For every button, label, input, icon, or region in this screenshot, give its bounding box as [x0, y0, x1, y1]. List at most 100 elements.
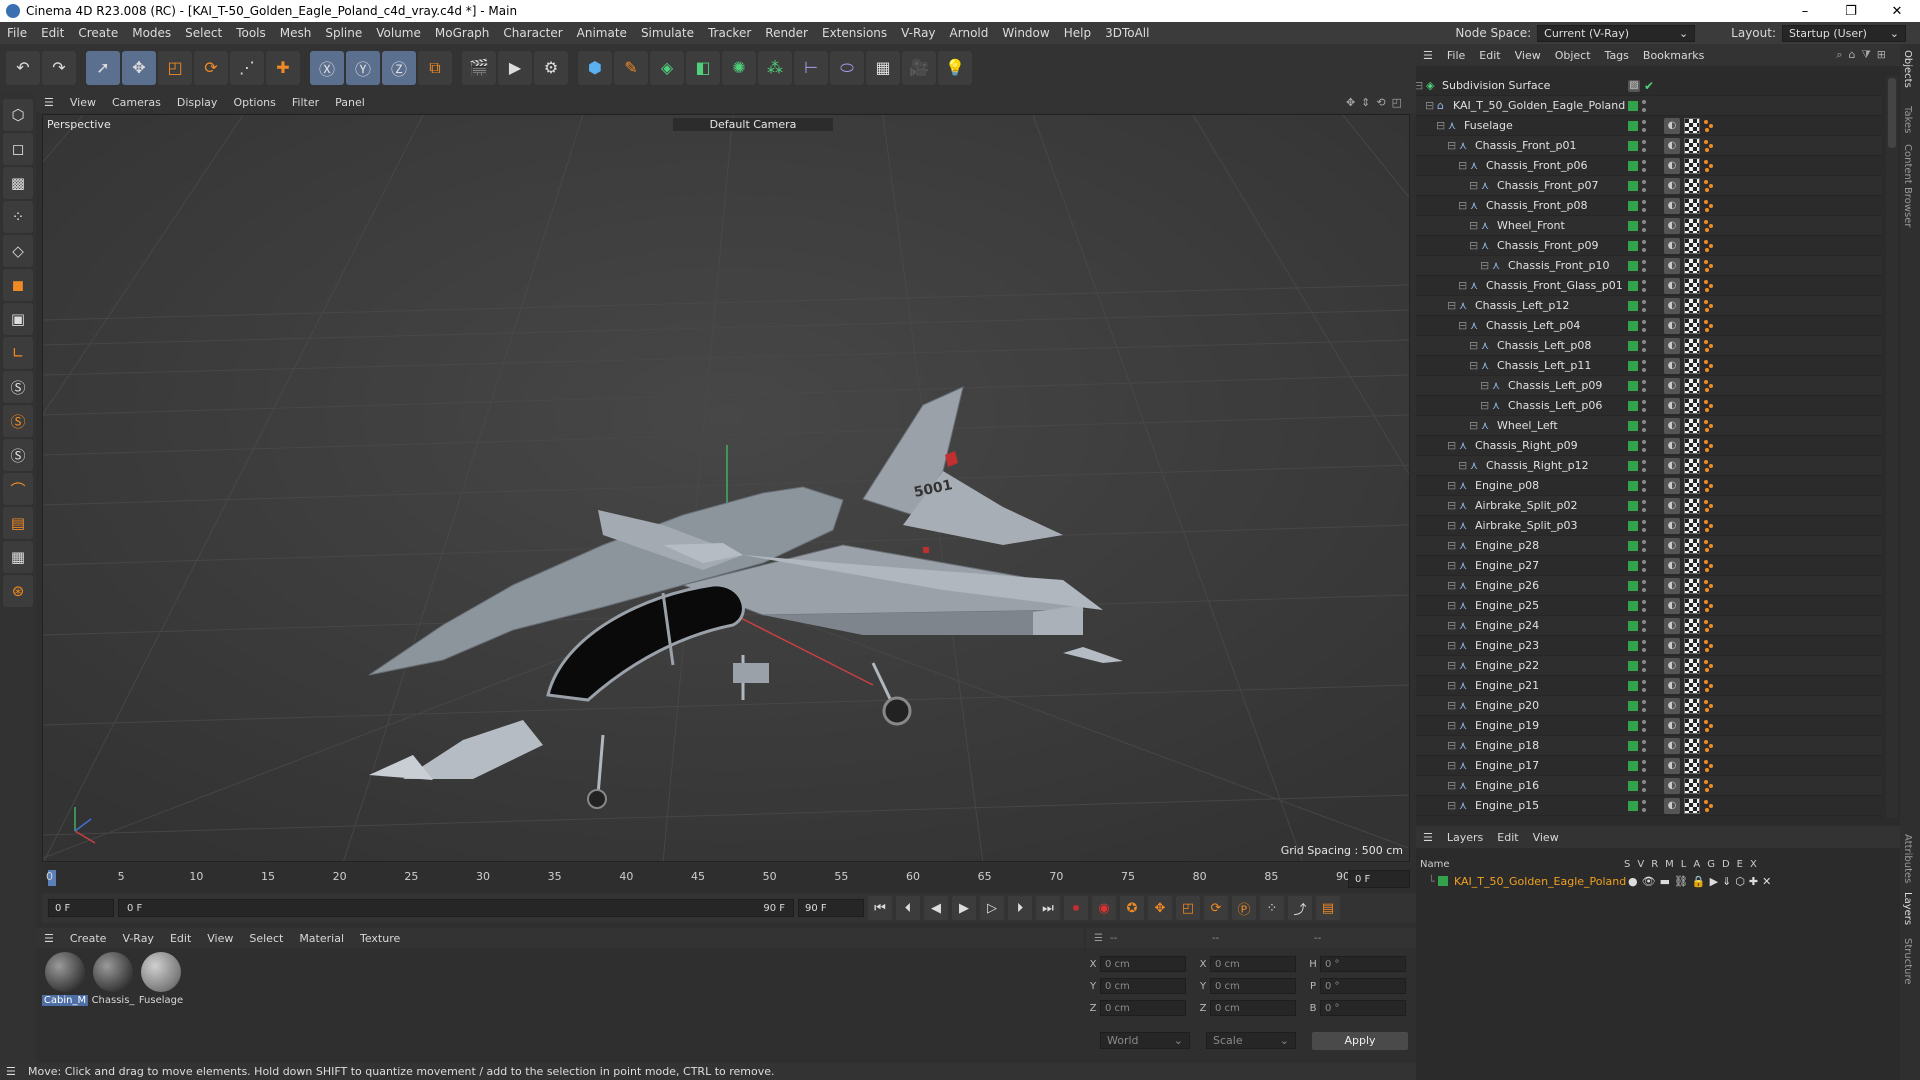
objects-menu-object[interactable]: Object: [1548, 49, 1598, 62]
object-name[interactable]: Wheel_Left: [1497, 419, 1558, 432]
visibility-dots-icon[interactable]: [1642, 579, 1646, 592]
object-row[interactable]: ⊟ ⋏ Chassis_Left_p06 ◐: [1416, 396, 1882, 416]
object-row[interactable]: ⊟ ⋏ Engine_p15 ◐: [1416, 796, 1882, 816]
size-x-field[interactable]: 0 cm: [1210, 956, 1296, 972]
visibility-dots-icon[interactable]: [1642, 359, 1646, 372]
expand-toggle-icon[interactable]: ⊟: [1458, 459, 1470, 472]
texture-tag-icon[interactable]: [1684, 397, 1700, 414]
layer-color-icon[interactable]: [1628, 780, 1638, 791]
layer-row[interactable]: └ KAI_T_50_Golden_Eagle_Poland ●👁▬⛓🔒▶⇓⬡✚…: [1416, 872, 1900, 890]
layer-color-icon[interactable]: [1628, 160, 1638, 171]
object-name[interactable]: Chassis_Right_p12: [1486, 459, 1589, 472]
prev-key-icon[interactable]: ⏴: [896, 896, 920, 920]
layer-color-icon[interactable]: [1628, 140, 1638, 151]
phong-tag-icon[interactable]: ◐: [1664, 277, 1680, 294]
material-tag-icon[interactable]: [1704, 479, 1714, 492]
redo-icon[interactable]: ↷: [42, 50, 76, 85]
material-menu-material[interactable]: Material: [291, 932, 352, 945]
render-picture-viewer-icon[interactable]: ▶: [498, 50, 532, 85]
object-name[interactable]: Fuselage: [1464, 119, 1513, 132]
axis-mode-icon[interactable]: ∟: [3, 337, 33, 369]
phong-tag-icon[interactable]: ◐: [1664, 677, 1680, 694]
visibility-dots-icon[interactable]: [1642, 459, 1646, 472]
texture-tag-icon[interactable]: [1684, 217, 1700, 234]
menu-extensions[interactable]: Extensions: [815, 26, 894, 40]
go-to-start-icon[interactable]: ⏮: [868, 896, 892, 920]
object-row[interactable]: ⊟ ⋏ Fuselage ◐: [1416, 116, 1882, 136]
size-y-field[interactable]: 0 cm: [1210, 978, 1296, 994]
layer-tag-icon[interactable]: ▨: [1628, 79, 1640, 92]
object-row[interactable]: ⊟ ⋏ Airbrake_Split_p02 ◐: [1416, 496, 1882, 516]
object-name[interactable]: Chassis_Left_p11: [1497, 359, 1591, 372]
material-tag-icon[interactable]: [1704, 559, 1714, 572]
tab-content-browser[interactable]: Content Browser: [1902, 144, 1913, 227]
magnet-tool-icon[interactable]: ⌒: [3, 473, 33, 505]
expand-toggle-icon[interactable]: ⊟: [1469, 339, 1481, 352]
phong-tag-icon[interactable]: ◐: [1664, 717, 1680, 734]
texture-tag-icon[interactable]: [1684, 337, 1700, 354]
menu-render[interactable]: Render: [758, 26, 815, 40]
menu-create[interactable]: Create: [71, 26, 125, 40]
object-row[interactable]: ⊟ ⋏ Chassis_Left_p08 ◐: [1416, 336, 1882, 356]
locked-workplane-icon[interactable]: ⊛: [3, 575, 33, 607]
hamburger-icon[interactable]: ☰: [6, 1065, 16, 1078]
close-button[interactable]: ✕: [1874, 0, 1920, 22]
object-name[interactable]: Subdivision Surface: [1442, 79, 1550, 92]
object-name[interactable]: Engine_p28: [1475, 539, 1539, 552]
light-icon[interactable]: 💡: [938, 50, 972, 85]
phong-tag-icon[interactable]: ◐: [1664, 757, 1680, 774]
viewport-menu-filter[interactable]: Filter: [284, 96, 327, 109]
model-mode-icon[interactable]: ◻: [3, 133, 33, 165]
key-parameter-icon[interactable]: Ⓟ: [1232, 896, 1256, 920]
uv-mode-icon[interactable]: ▣: [3, 303, 33, 335]
hamburger-icon[interactable]: ☰: [1086, 933, 1111, 944]
field-icon[interactable]: ⬭: [830, 50, 864, 85]
texture-tag-icon[interactable]: [1684, 517, 1700, 534]
material-tag-icon[interactable]: [1704, 179, 1714, 192]
next-frame-icon[interactable]: ▷: [980, 896, 1004, 920]
material-menu-create[interactable]: Create: [62, 932, 115, 945]
extrude-generator-icon[interactable]: ◧: [686, 50, 720, 85]
visibility-dots-icon[interactable]: [1642, 279, 1646, 292]
key-scale-icon[interactable]: ◰: [1176, 896, 1200, 920]
coord-mode-select[interactable]: Scale ⌄: [1206, 1032, 1296, 1049]
size-z-field[interactable]: 0 cm: [1210, 1000, 1296, 1016]
visibility-dots-icon[interactable]: [1642, 399, 1646, 412]
texture-tag-icon[interactable]: [1684, 537, 1700, 554]
phong-tag-icon[interactable]: ◐: [1664, 237, 1680, 254]
material-tag-icon[interactable]: [1704, 119, 1714, 132]
layer-color-icon[interactable]: [1628, 480, 1638, 491]
menu-animate[interactable]: Animate: [570, 26, 634, 40]
material-tag-icon[interactable]: [1704, 539, 1714, 552]
key-rotation-icon[interactable]: ⟳: [1204, 896, 1228, 920]
menu-mograph[interactable]: MoGraph: [428, 26, 497, 40]
object-row[interactable]: ⊟ ⋏ Chassis_Front_p09 ◐: [1416, 236, 1882, 256]
object-row[interactable]: ⊟ ⋏ Chassis_Right_p09 ◐: [1416, 436, 1882, 456]
expand-toggle-icon[interactable]: ⊟: [1447, 759, 1459, 772]
material-tag-icon[interactable]: [1704, 239, 1714, 252]
object-row[interactable]: ⊟ ⋏ Engine_p26 ◐: [1416, 576, 1882, 596]
object-name[interactable]: Chassis_Left_p08: [1497, 339, 1591, 352]
objects-menu-file[interactable]: File: [1440, 49, 1472, 62]
cube-primitive-icon[interactable]: ⬢: [578, 50, 612, 85]
layer-color-icon[interactable]: [1628, 560, 1638, 571]
layer-color-icon[interactable]: [1628, 320, 1638, 331]
material-tag-icon[interactable]: [1704, 199, 1714, 212]
viewport-menu-view[interactable]: View: [62, 96, 104, 109]
visibility-dots-icon[interactable]: [1642, 139, 1646, 152]
cloner-icon[interactable]: ✺: [722, 50, 756, 85]
layer-color-icon[interactable]: [1628, 340, 1638, 351]
expand-toggle-icon[interactable]: ⊟: [1416, 79, 1426, 92]
material-tag-icon[interactable]: [1704, 159, 1714, 172]
expand-toggle-icon[interactable]: ⊟: [1469, 359, 1481, 372]
layer-color-icon[interactable]: [1628, 600, 1638, 611]
menu-mesh[interactable]: Mesh: [273, 26, 319, 40]
expand-toggle-icon[interactable]: ⊟: [1480, 259, 1492, 272]
visibility-dots-icon[interactable]: [1642, 319, 1646, 332]
layer-color-icon[interactable]: [1628, 240, 1638, 251]
snap-grid-icon[interactable]: Ⓢ: [3, 439, 33, 471]
texture-tag-icon[interactable]: [1684, 777, 1700, 794]
polygons-mode-icon[interactable]: ◼: [3, 269, 33, 301]
hamburger-icon[interactable]: ☰: [1416, 49, 1440, 62]
material-tag-icon[interactable]: [1704, 139, 1714, 152]
